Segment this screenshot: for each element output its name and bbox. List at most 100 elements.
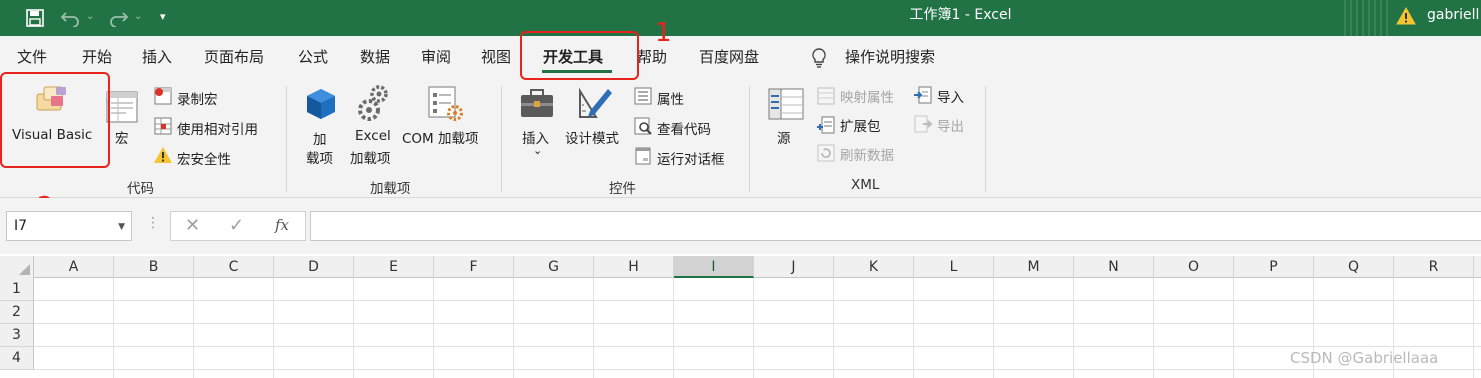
worksheet-grid: ABCDEFGHIJKLMNOPQR 1234 [0, 254, 1481, 378]
column-header-c[interactable]: C [194, 256, 274, 278]
xml-source-button[interactable]: 源 [777, 127, 791, 147]
formula-bar-grip-icon[interactable]: ⋮ [146, 215, 160, 231]
xml-export-button[interactable]: 导出 [937, 115, 964, 135]
ribbon-tabs: 文件 开始 插入 页面布局 公式 数据 审阅 视图 开发工具 帮助 百度网盘 操… [0, 36, 1481, 80]
window-title: 工作簿1 - Excel [909, 7, 1012, 23]
tab-home[interactable]: 开始 [82, 46, 112, 67]
formula-buttons: ✕ ✓ fx [170, 211, 306, 241]
select-all-button[interactable] [0, 256, 34, 278]
lightbulb-icon [810, 47, 828, 73]
tab-page-layout[interactable]: 页面布局 [204, 46, 264, 67]
refresh-data-button[interactable]: 刷新数据 [840, 144, 894, 164]
xml-export-icon [913, 114, 933, 138]
tab-data[interactable]: 数据 [360, 46, 390, 67]
confirm-entry-icon[interactable]: ✓ [229, 215, 244, 236]
expansion-packs-icon [816, 115, 836, 139]
group-separator [286, 86, 287, 192]
column-header-b[interactable]: B [114, 256, 194, 278]
group-label-xml: XML [851, 177, 880, 193]
row-header-2[interactable]: 2 [0, 301, 34, 324]
title-pattern [1344, 0, 1388, 36]
column-header-g[interactable]: G [514, 256, 594, 278]
group-separator [985, 86, 986, 192]
ribbon-body: Visual Basic 宏 录制宏 使用相对引用 宏安全性 代码 加 载项 E… [0, 80, 1481, 198]
warning-icon[interactable] [1396, 6, 1416, 29]
column-header-q[interactable]: Q [1314, 256, 1394, 278]
insert-controls-dropdown-icon[interactable]: ⌄ [533, 144, 542, 157]
insert-controls-toolbox-icon[interactable] [519, 87, 555, 125]
column-header-r[interactable]: R [1394, 256, 1474, 278]
xml-import-button[interactable]: 导入 [937, 86, 964, 106]
map-properties-icon [816, 86, 836, 110]
excel-addins-line1[interactable]: Excel [355, 128, 391, 144]
row-header-4[interactable]: 4 [0, 347, 34, 370]
view-code-icon [633, 116, 653, 140]
column-header-i[interactable]: I [674, 256, 754, 278]
properties-button[interactable]: 属性 [657, 88, 684, 108]
tell-me-search[interactable]: 操作说明搜索 [845, 46, 935, 67]
column-header-n[interactable]: N [1074, 256, 1154, 278]
map-properties-button[interactable]: 映射属性 [840, 86, 894, 106]
xml-source-icon[interactable] [767, 87, 805, 125]
column-header-f[interactable]: F [434, 256, 514, 278]
annotation-box-visual-basic [0, 72, 110, 168]
addins-label-line1[interactable]: 加 [313, 128, 327, 148]
tab-review[interactable]: 审阅 [421, 46, 451, 67]
name-box-dropdown-icon[interactable]: ▼ [118, 222, 125, 232]
column-header-l[interactable]: L [914, 256, 994, 278]
macros-button[interactable]: 宏 [115, 127, 129, 147]
tab-insert[interactable]: 插入 [142, 46, 172, 67]
relative-refs-button[interactable]: 使用相对引用 [177, 118, 258, 138]
formula-bar: I7 ▼ ⋮ ✕ ✓ fx [0, 198, 1481, 254]
macros-icon[interactable] [106, 88, 140, 128]
excel-addins-gear-icon[interactable] [357, 84, 391, 126]
group-label-addins: 加载项 [370, 181, 411, 197]
user-account[interactable]: gabriell [1427, 7, 1479, 23]
name-box[interactable]: I7 ▼ [6, 211, 132, 241]
column-header-d[interactable]: D [274, 256, 354, 278]
select-all-triangle-icon [19, 264, 30, 275]
formula-input[interactable] [310, 211, 1481, 241]
tab-baidu-netdisk[interactable]: 百度网盘 [699, 46, 759, 67]
run-dialog-button[interactable]: 运行对话框 [657, 148, 725, 168]
record-macro-button[interactable]: 录制宏 [177, 88, 218, 108]
design-mode-icon[interactable] [576, 85, 614, 125]
column-header-e[interactable]: E [354, 256, 434, 278]
relative-refs-icon [153, 116, 173, 140]
properties-icon [633, 86, 653, 110]
record-macro-icon [153, 86, 173, 110]
cancel-entry-icon[interactable]: ✕ [185, 215, 200, 236]
name-box-value: I7 [14, 218, 28, 234]
excel-addins-line2[interactable]: 加载项 [350, 147, 391, 167]
macro-security-button[interactable]: 宏安全性 [177, 148, 231, 168]
annotation-number-1: 1 [655, 18, 672, 48]
com-addins-button[interactable]: COM 加载项 [402, 127, 479, 147]
watermark: CSDN @Gabriellaaa [1290, 349, 1439, 367]
group-separator [749, 86, 750, 192]
column-header-k[interactable]: K [834, 256, 914, 278]
column-header-o[interactable]: O [1154, 256, 1234, 278]
column-header-a[interactable]: A [34, 256, 114, 278]
insert-function-icon[interactable]: fx [275, 216, 289, 234]
refresh-data-icon [816, 143, 836, 167]
tab-formulas[interactable]: 公式 [298, 46, 328, 67]
addins-label-line2[interactable]: 载项 [306, 147, 333, 167]
tab-file[interactable]: 文件 [17, 46, 47, 67]
run-dialog-icon [633, 146, 653, 170]
column-header-p[interactable]: P [1234, 256, 1314, 278]
com-addins-icon[interactable] [427, 85, 465, 127]
cell-area[interactable] [34, 278, 1481, 378]
group-separator [501, 86, 502, 192]
tab-help[interactable]: 帮助 [637, 46, 667, 67]
row-header-1[interactable]: 1 [0, 278, 34, 301]
view-code-button[interactable]: 查看代码 [657, 118, 711, 138]
column-header-m[interactable]: M [994, 256, 1074, 278]
column-header-j[interactable]: J [754, 256, 834, 278]
row-header-3[interactable]: 3 [0, 324, 34, 347]
design-mode-button[interactable]: 设计模式 [565, 127, 619, 147]
column-header-h[interactable]: H [594, 256, 674, 278]
tab-view[interactable]: 视图 [481, 46, 511, 67]
addins-cube-icon[interactable] [305, 87, 337, 125]
title-bar: ⌄ ⌄ ▾ 工作簿1 - Excel gabriell [0, 0, 1481, 36]
expansion-packs-button[interactable]: 扩展包 [840, 115, 881, 135]
